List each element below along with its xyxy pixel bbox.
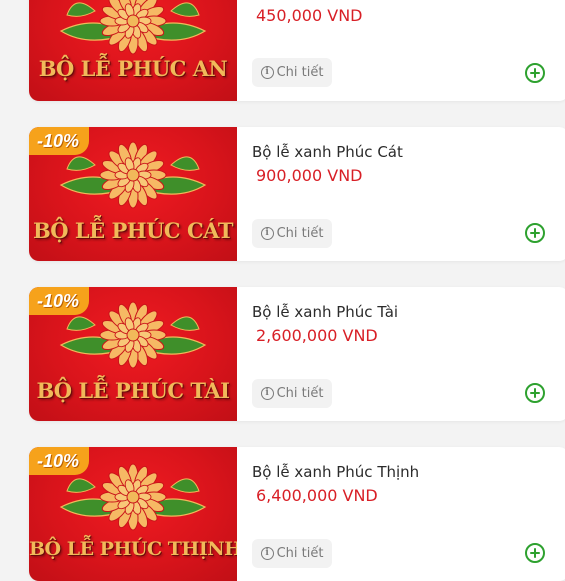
thumbnail-title: BỘ LỄ PHÚC AN xyxy=(38,56,228,81)
detail-label: Chi tiết xyxy=(276,386,324,401)
product-card[interactable]: BỘ LỄ PHÚC AN 450,000 VND i Chi tiết xyxy=(29,0,565,101)
product-name: Bộ lễ xanh Phúc Thịnh xyxy=(252,463,420,481)
discount-badge: -10% xyxy=(29,287,90,315)
thumbnail-title: BỘ LỄ PHÚC TÀI xyxy=(36,378,230,403)
detail-button[interactable]: i Chi tiết xyxy=(252,539,332,568)
product-price: 6,400,000 VND xyxy=(256,486,378,505)
add-to-cart-button[interactable] xyxy=(525,63,545,83)
detail-button[interactable]: i Chi tiết xyxy=(252,379,332,408)
info-icon: i xyxy=(260,547,274,560)
product-card[interactable]: -10% BỘ LỄ PHÚC CÁT Bộ lễ xanh Phúc Cát … xyxy=(29,127,565,261)
detail-button[interactable]: i Chi tiết xyxy=(252,58,332,87)
product-thumbnail[interactable]: BỘ LỄ PHÚC AN xyxy=(29,0,237,101)
thumbnail-title: BỘ LỄ PHÚC CÁT xyxy=(33,218,233,243)
add-to-cart-button[interactable] xyxy=(525,223,545,243)
product-list: BỘ LỄ PHÚC AN 450,000 VND i Chi tiết -10… xyxy=(0,0,565,581)
detail-button[interactable]: i Chi tiết xyxy=(252,219,332,248)
add-to-cart-button[interactable] xyxy=(525,383,545,403)
info-icon: i xyxy=(260,66,274,79)
product-thumbnail[interactable]: -10% BỘ LỄ PHÚC TÀI xyxy=(29,287,237,421)
product-name: Bộ lễ xanh Phúc Tài xyxy=(252,303,399,321)
product-price: 900,000 VND xyxy=(256,166,363,185)
product-name: Bộ lễ xanh Phúc Cát xyxy=(252,143,403,161)
thumbnail-title: BỘ LỄ PHÚC THỊNH xyxy=(29,538,237,560)
info-icon: i xyxy=(260,227,274,240)
detail-label: Chi tiết xyxy=(276,65,324,80)
product-price: 2,600,000 VND xyxy=(256,326,378,345)
chrysanthemum-icon xyxy=(59,0,207,55)
info-icon: i xyxy=(260,387,274,400)
product-card[interactable]: -10% BỘ LỄ PHÚC THỊNH Bộ lễ xanh Phúc Th… xyxy=(29,447,565,581)
product-thumbnail[interactable]: -10% BỘ LỄ PHÚC THỊNH xyxy=(29,447,237,581)
product-card[interactable]: -10% BỘ LỄ PHÚC TÀI Bộ lễ xanh Phúc Tài … xyxy=(29,287,565,421)
product-thumbnail[interactable]: -10% BỘ LỄ PHÚC CÁT xyxy=(29,127,237,261)
discount-badge: -10% xyxy=(29,447,90,475)
add-to-cart-button[interactable] xyxy=(525,543,545,563)
product-price: 450,000 VND xyxy=(256,6,363,25)
detail-label: Chi tiết xyxy=(276,226,324,241)
discount-badge: -10% xyxy=(29,127,90,155)
detail-label: Chi tiết xyxy=(276,546,324,561)
